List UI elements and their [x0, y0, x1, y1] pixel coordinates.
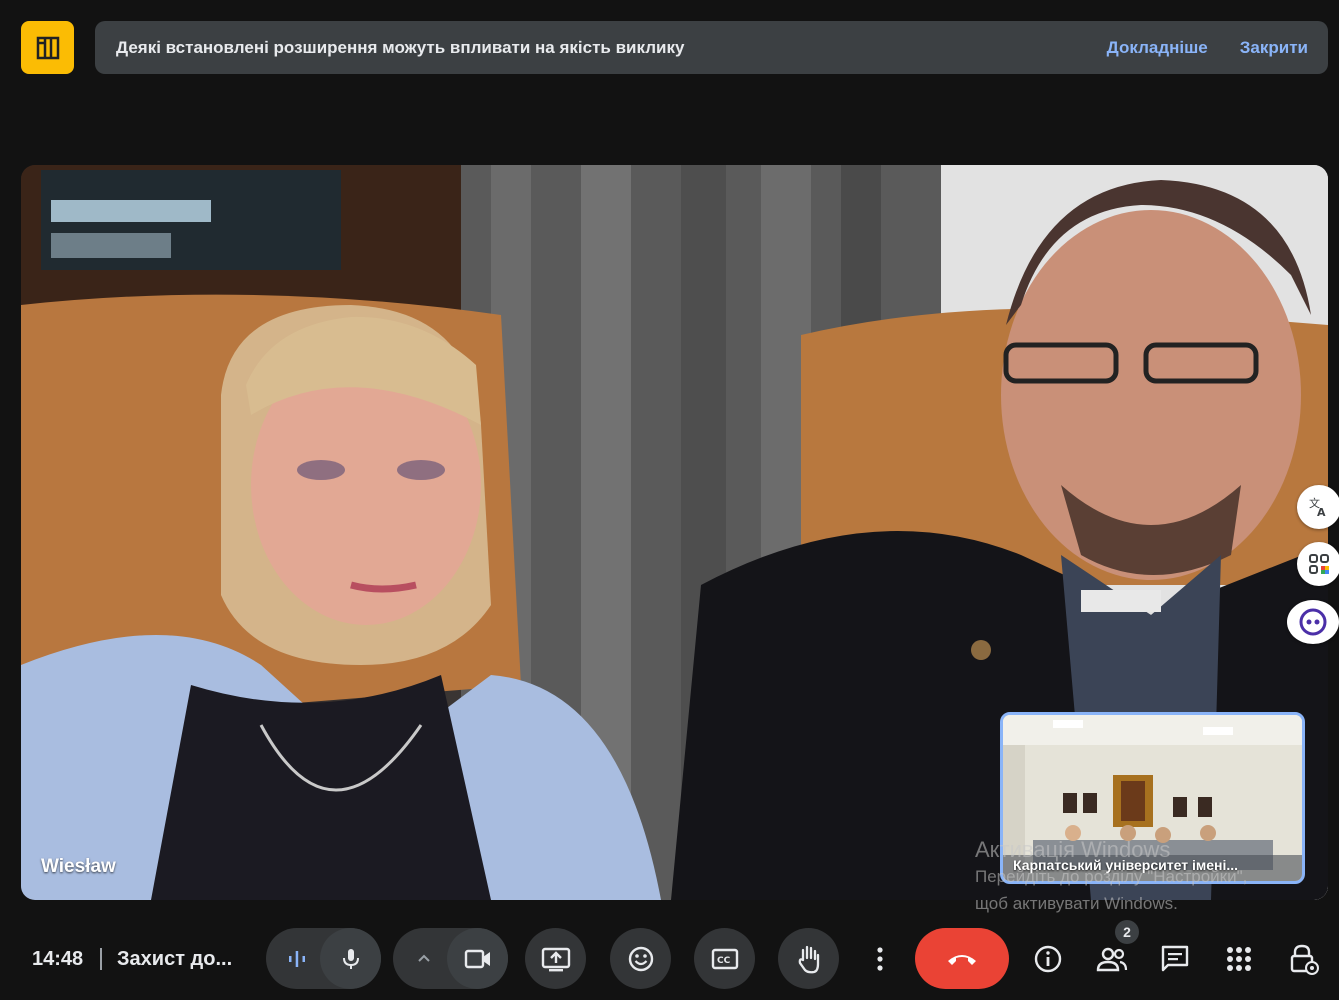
extensions-warning-banner: Деякі встановлені розширення можуть впли… [95, 21, 1328, 74]
chevron-up-icon[interactable] [393, 928, 454, 989]
activities-icon[interactable] [1222, 942, 1256, 976]
end-call-button[interactable] [915, 928, 1009, 989]
banner-message: Деякі встановлені розширення можуть впли… [116, 37, 685, 57]
close-banner-link[interactable]: Закрити [1240, 38, 1308, 58]
apps-icon[interactable] [1297, 542, 1339, 586]
participant-name: Wiesław [41, 856, 116, 877]
raise-hand-icon[interactable] [778, 928, 839, 989]
participants-count-badge: 2 [1115, 920, 1139, 944]
svg-text:A: A [1317, 506, 1326, 519]
meeting-title[interactable]: Захист до... [117, 948, 232, 971]
divider [100, 948, 102, 970]
self-view-tile[interactable]: Карпатський університет імені... [1000, 712, 1305, 884]
present-screen-icon[interactable] [525, 928, 586, 989]
assistant-icon[interactable] [1287, 600, 1339, 644]
meeting-clock: 14:48 [32, 948, 84, 970]
audio-levels-icon[interactable] [266, 928, 327, 989]
learn-more-link[interactable]: Докладніше [1107, 38, 1208, 58]
more-options-icon[interactable] [850, 928, 910, 989]
control-bar: 14:48 Захист до... CC 2 [0, 915, 1339, 1000]
info-icon[interactable] [1031, 942, 1065, 976]
self-view-name: Карпатський університет імені... [1013, 857, 1239, 873]
translate-icon[interactable]: 文A [1297, 485, 1339, 529]
microphone-icon[interactable] [320, 928, 381, 989]
extensions-warning-icon[interactable] [21, 21, 74, 74]
people-icon[interactable] [1095, 942, 1129, 976]
host-controls-icon[interactable] [1287, 942, 1321, 976]
end-call-icon [948, 954, 976, 965]
chat-icon[interactable] [1158, 942, 1192, 976]
camera-icon[interactable] [447, 928, 508, 989]
svg-text:CC: CC [717, 956, 731, 966]
captions-icon[interactable]: CC [694, 928, 755, 989]
emoji-icon[interactable] [610, 928, 671, 989]
